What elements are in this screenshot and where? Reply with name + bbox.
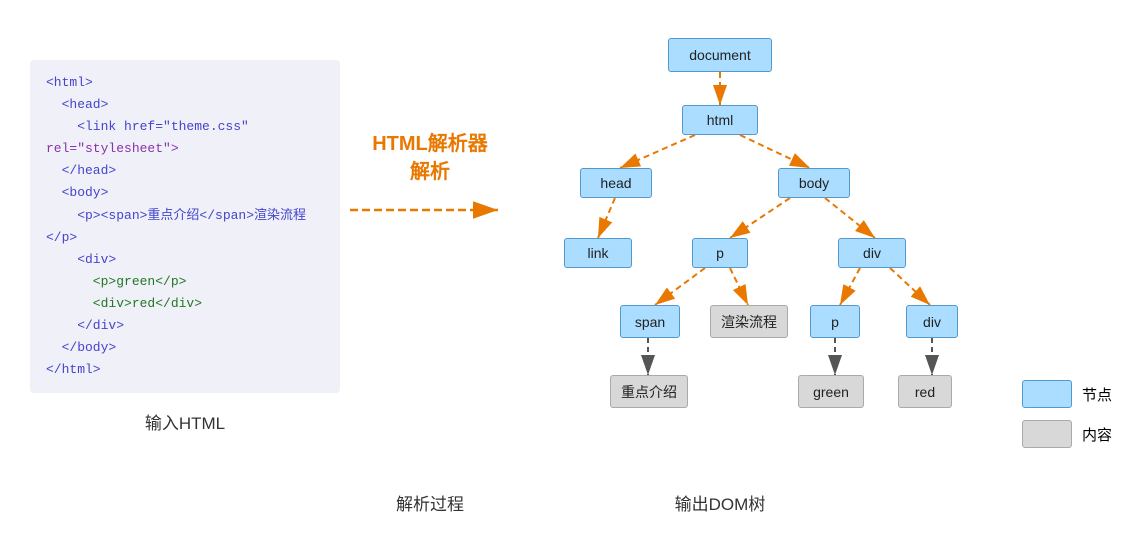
- left-panel: <html> <head> <link href="theme.css" rel…: [30, 60, 340, 434]
- left-label: 输入HTML: [30, 409, 340, 434]
- node-body: body: [778, 168, 850, 198]
- code-line-12: </body>: [46, 337, 324, 359]
- node-p2: p: [810, 305, 860, 338]
- node-zd-jj: 重点介绍: [610, 375, 688, 408]
- code-line-3: <link href="theme.css": [46, 116, 324, 138]
- legend-item-content: 内容: [1022, 420, 1112, 448]
- node-div2: div: [906, 305, 958, 338]
- parser-label: HTML解析器解析: [372, 130, 488, 186]
- code-line-6: <body>: [46, 182, 324, 204]
- node-head: head: [580, 168, 652, 198]
- node-p: p: [692, 238, 748, 268]
- right-panel: document html head body link p div span …: [520, 20, 1080, 500]
- code-line-11: </div>: [46, 315, 324, 337]
- node-html: html: [682, 105, 758, 135]
- node-span: span: [620, 305, 680, 338]
- code-line-4: rel="stylesheet">: [46, 138, 324, 160]
- code-line-13: </html>: [46, 359, 324, 381]
- node-green: green: [798, 375, 864, 408]
- code-line-8: <div>: [46, 249, 324, 271]
- legend-node-box: [1022, 380, 1072, 408]
- code-line-9: <p>green</p>: [46, 271, 324, 293]
- legend-content-label: 内容: [1082, 424, 1112, 445]
- legend-content-box: [1022, 420, 1072, 448]
- node-render-text: 渲染流程: [710, 305, 788, 338]
- legend-item-node: 节点: [1022, 380, 1112, 408]
- code-line-10: <div>red</div>: [46, 293, 324, 315]
- node-div: div: [838, 238, 906, 268]
- code-line-7: <p><span>重点介绍</span>渲染流程</p>: [46, 205, 324, 249]
- node-link: link: [564, 238, 632, 268]
- legend-node-label: 节点: [1082, 384, 1112, 405]
- legend: 节点 内容: [1022, 380, 1112, 448]
- code-block: <html> <head> <link href="theme.css" rel…: [30, 60, 340, 393]
- middle-panel: HTML解析器解析: [340, 130, 520, 228]
- node-red: red: [898, 375, 952, 408]
- code-line-2: <head>: [46, 94, 324, 116]
- node-document: document: [668, 38, 772, 72]
- right-label: 输出DOM树: [520, 490, 920, 515]
- middle-label: 解析过程: [340, 490, 520, 515]
- code-line-1: <html>: [46, 72, 324, 94]
- parser-arrow: [350, 192, 510, 228]
- code-line-5: </head>: [46, 160, 324, 182]
